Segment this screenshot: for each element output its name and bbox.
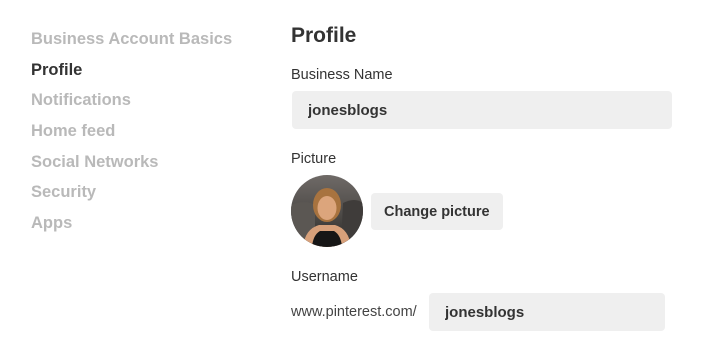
change-picture-button[interactable]: Change picture	[371, 193, 503, 230]
business-name-input[interactable]	[292, 91, 672, 129]
sidebar-item-notifications[interactable]: Notifications	[31, 90, 232, 121]
username-label: Username	[291, 269, 358, 285]
username-input[interactable]	[429, 293, 665, 331]
username-url-prefix: www.pinterest.com/	[291, 304, 417, 320]
page-title: Profile	[291, 24, 357, 47]
sidebar-item-profile[interactable]: Profile	[31, 60, 232, 91]
avatar-photo	[291, 175, 363, 247]
sidebar-item-business-account-basics[interactable]: Business Account Basics	[31, 29, 232, 60]
sidebar-item-social-networks[interactable]: Social Networks	[31, 152, 232, 183]
profile-avatar	[291, 175, 363, 247]
sidebar-item-security[interactable]: Security	[31, 182, 232, 213]
picture-label: Picture	[291, 151, 337, 167]
settings-sidebar: Business Account Basics Profile Notifica…	[31, 29, 232, 244]
business-name-label: Business Name	[291, 67, 393, 83]
sidebar-item-apps[interactable]: Apps	[31, 213, 232, 244]
sidebar-item-home-feed[interactable]: Home feed	[31, 121, 232, 152]
